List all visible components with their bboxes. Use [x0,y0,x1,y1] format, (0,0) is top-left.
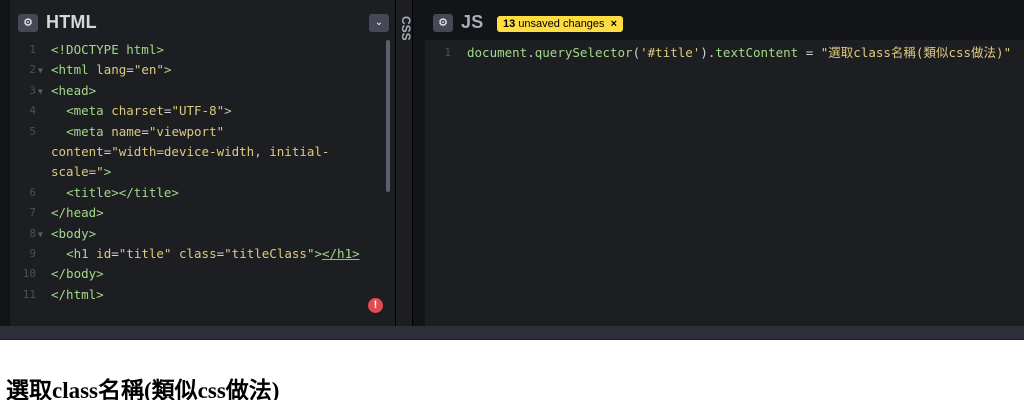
line-number: 11 [22,287,36,301]
code-token: = [141,123,149,139]
code-token: > [103,164,112,180]
unsaved-label: unsaved changes [518,18,605,30]
fold-icon[interactable]: ▼ [38,61,43,81]
close-icon[interactable]: × [611,18,617,30]
code-token: <body> [51,225,97,241]
code-token: </h1> [322,246,360,262]
line-number: 9 [29,247,36,261]
code-token: </head> [51,205,104,221]
code-token: <h1 [66,246,89,262]
code-token: charset [111,103,164,119]
code-token: id [96,246,112,262]
js-editor-pane[interactable]: ⚙ JS 13 unsaved changes × 1 document.que… [425,0,1024,326]
gear-icon: ⚙ [23,16,33,29]
code-line: 7 </head> [10,203,395,223]
code-token: <meta [66,123,104,139]
code-line: document.querySelector('#title').textCon… [467,43,1011,63]
line-number: 3 [29,83,36,97]
code-token: '#title' [640,45,701,60]
editor-area: ⚙ HTML ⌄ 1 <!DOCTYPE html> 2 ▼ <html lan… [0,0,1024,326]
code-token: "選取class名稱(類似css做法)" [820,45,1012,60]
unsaved-changes-badge[interactable]: 13 unsaved changes × [497,16,624,32]
code-line: 6 <title></title> [10,183,395,203]
css-pane-title[interactable]: CSS [397,16,413,41]
code-token: </body> [51,266,104,282]
code-token: scale=" [51,164,104,180]
html-pane-title: HTML [46,12,97,32]
code-line: 8 ▼ <body> [10,224,395,244]
code-token: <meta [66,103,104,119]
css-pane-collapsed[interactable]: CSS [395,0,413,326]
line-number: 7 [29,206,36,220]
preview-heading: 選取class名稱(類似css做法) [6,378,280,400]
code-token: "width=device-width, initial- [111,144,330,160]
code-token: <title></title> [66,184,179,200]
line-number: 1 [29,43,36,56]
code-line: 1 <!DOCTYPE html> [10,40,395,60]
code-token: class [178,246,217,262]
code-token: <head> [51,82,97,98]
code-token: <!DOCTYPE html> [51,42,164,57]
code-token: </html> [51,286,104,302]
fold-icon[interactable]: ▼ [38,225,43,245]
code-token: ( [632,45,641,60]
line-number: 1 [444,46,451,59]
js-settings-button[interactable]: ⚙ [433,14,453,32]
code-token: > [224,103,232,119]
code-token: > [163,62,172,78]
unsaved-count: 13 [503,18,516,30]
html-editor-pane[interactable]: ⚙ HTML ⌄ 1 <!DOCTYPE html> 2 ▼ <html lan… [10,0,395,326]
line-number: 10 [22,267,36,281]
js-pane-title: JS [461,12,484,32]
code-token: = [111,246,119,262]
code-token: > [314,246,322,262]
code-line: 10 </body> [10,264,395,284]
line-number: 4 [29,104,36,118]
code-line-wrapped: content="width=device-width, initial- [10,142,395,162]
code-token: = [798,45,821,60]
line-number: 6 [29,185,36,199]
code-token: "viewport" [148,123,225,139]
pane-divider[interactable] [413,0,425,326]
html-collapse-button[interactable]: ⌄ [369,14,389,32]
html-scrollbar[interactable] [386,40,390,192]
code-token: ) [700,45,708,60]
line-number: 5 [29,124,36,138]
line-number: 8 [29,226,36,240]
code-token: content [51,144,104,160]
error-icon[interactable]: ! [368,298,383,313]
html-pane-header: ⚙ HTML ⌄ [10,0,395,40]
code-line: 4 <meta charset="UTF-8"> [10,101,395,121]
code-line: 2 ▼ <html lang="en"> [10,60,395,80]
code-line: 9 <h1 id="title" class="titleClass"></h1… [10,244,395,264]
code-line-wrapped: scale="> [10,162,395,182]
code-token: . [527,45,535,60]
code-token: lang [96,62,127,78]
code-token: document [467,45,528,60]
code-token: "en" [133,62,164,78]
code-line: 5 <meta name="viewport" [10,122,395,142]
code-token: "UTF-8" [171,103,225,119]
preview-resize-handle[interactable] [0,326,1024,340]
html-code-editor[interactable]: 1 <!DOCTYPE html> 2 ▼ <html lang="en"> 3… [10,40,395,326]
code-token: querySelector [534,45,633,60]
fold-icon[interactable]: ▼ [38,82,43,102]
code-token: textContent [715,45,799,60]
code-token: "title" [118,246,172,262]
code-line: 11 </html> [10,285,395,305]
code-token: = [126,62,134,78]
code-token: "titleClass" [224,246,315,262]
code-token: <html [51,62,89,78]
code-line: 3 ▼ <head> [10,81,395,101]
gear-icon: ⚙ [438,16,448,29]
js-pane-header: ⚙ JS 13 unsaved changes × [425,0,1024,40]
code-token: name [111,123,142,139]
html-settings-button[interactable]: ⚙ [18,14,38,32]
line-number: 2 [29,63,36,77]
chevron-down-icon: ⌄ [374,17,384,28]
